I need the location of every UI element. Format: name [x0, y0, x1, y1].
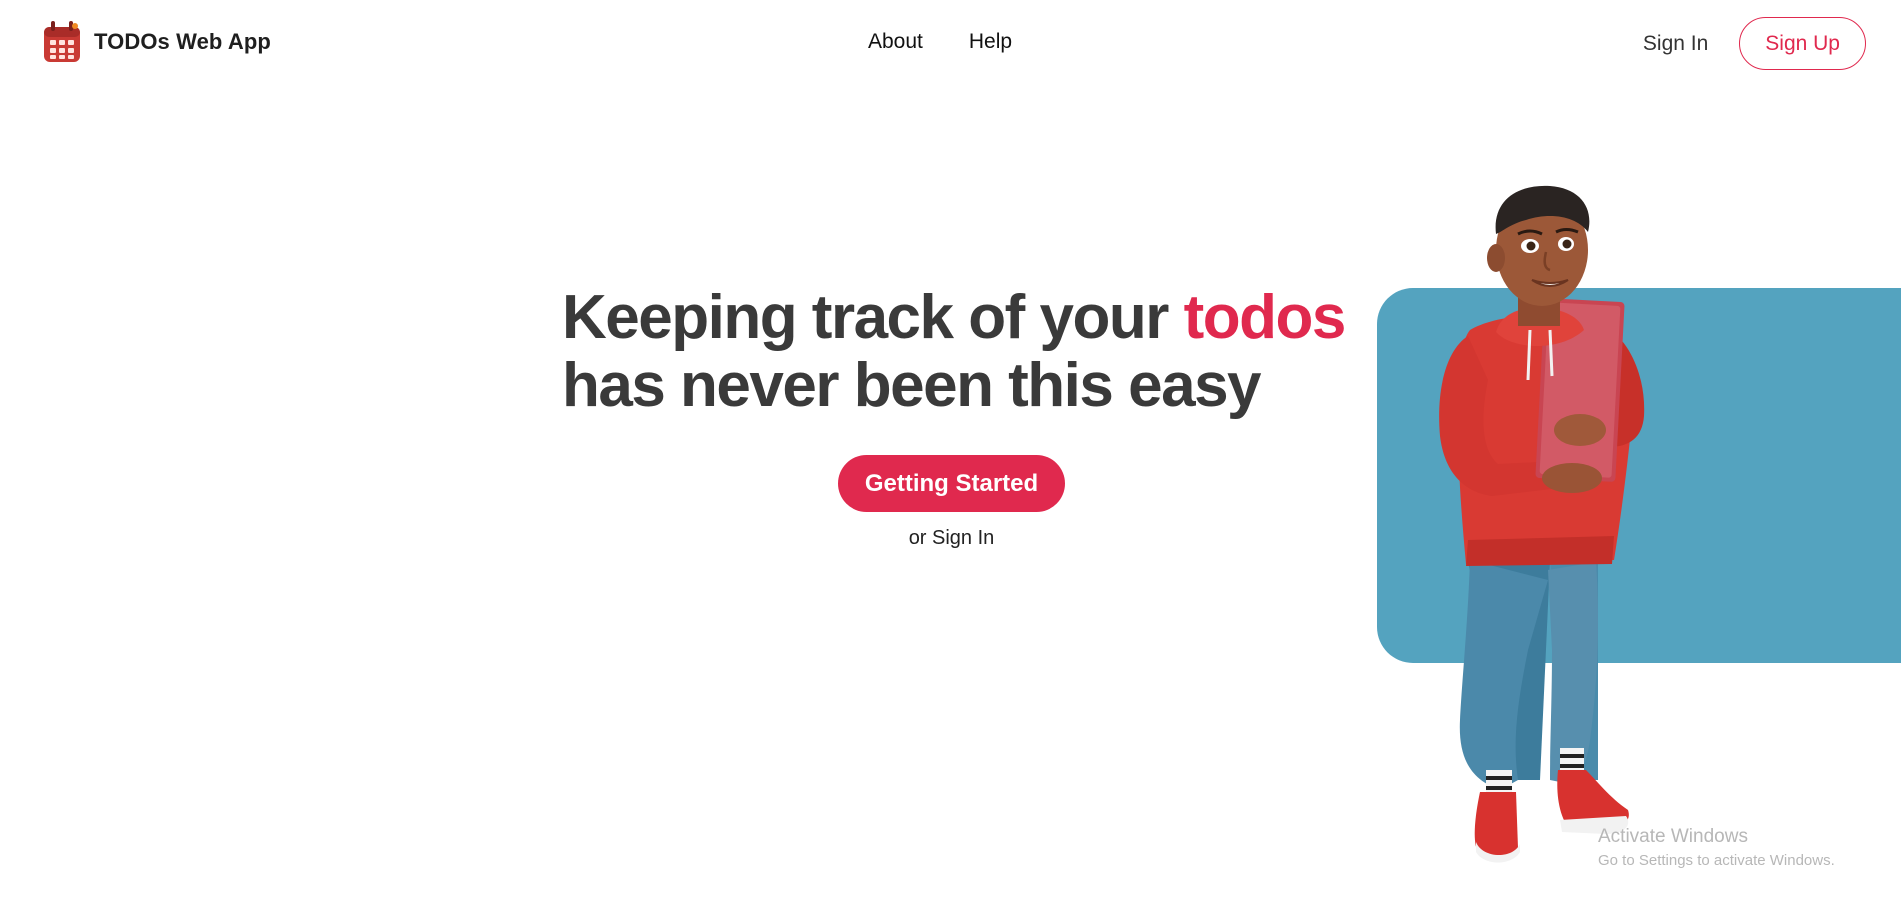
nav-link-about[interactable]: About	[868, 30, 923, 54]
hero-headline: Keeping track of your todos has never bee…	[562, 283, 1347, 420]
headline-accent: todos	[1183, 283, 1347, 352]
brand[interactable]: TODOs Web App	[42, 20, 271, 64]
watermark-title: Activate Windows	[1598, 826, 1748, 847]
landing-page: TODOs Web App About Help Sign In Sign Up…	[0, 0, 1901, 921]
character-illustration	[1439, 185, 1645, 863]
headline-line-2: has never been this easy	[562, 351, 1262, 420]
sign-up-button[interactable]: Sign Up	[1739, 17, 1866, 70]
windows-activation-watermark: Activate Windows Go to Settings to activ…	[1598, 826, 1835, 869]
getting-started-button[interactable]: Getting Started	[838, 455, 1065, 512]
watermark-subtitle: Go to Settings to activate Windows.	[1598, 852, 1835, 869]
nav-link-help[interactable]: Help	[969, 30, 1012, 54]
calendar-grid-icon	[44, 21, 80, 62]
headline-text: Keeping track of your	[562, 283, 1184, 352]
brand-name: TODOs Web App	[94, 29, 271, 54]
sign-in-link[interactable]: Sign In	[1643, 32, 1708, 56]
alt-sign-in-link[interactable]: or Sign In	[838, 527, 1065, 550]
auth-controls: Sign In Sign Up	[1643, 17, 1866, 70]
main-nav: About Help	[868, 30, 1012, 54]
